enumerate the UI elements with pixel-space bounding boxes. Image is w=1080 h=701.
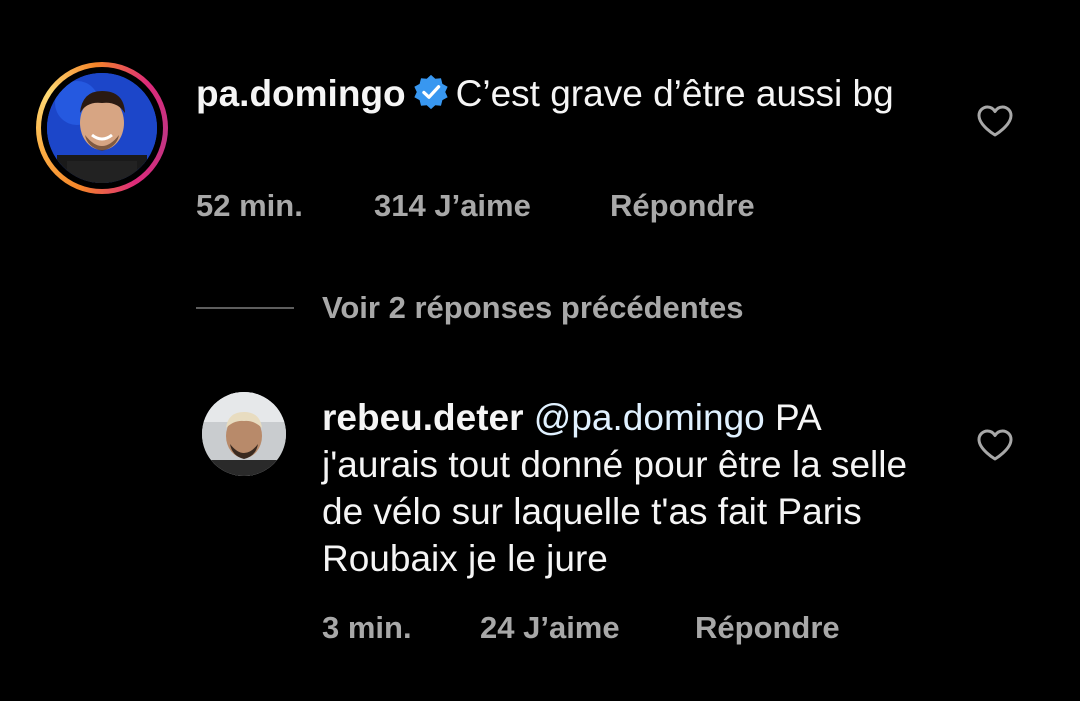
comment-body: rebeu.deter @pa.domingo PA j'aurais tout… — [322, 394, 942, 582]
reply-button[interactable]: Répondre — [610, 188, 755, 224]
like-count[interactable]: 24 J’aime — [480, 610, 695, 646]
heart-outline-icon[interactable] — [976, 104, 1014, 138]
view-previous-replies-button[interactable]: Voir 2 réponses précédentes — [196, 290, 744, 326]
avatar[interactable] — [202, 392, 286, 476]
comment-meta: 52 min. 314 J’aime Répondre — [196, 188, 755, 224]
username[interactable]: rebeu.deter — [322, 397, 524, 438]
reply-button[interactable]: Répondre — [695, 610, 840, 646]
divider — [196, 307, 294, 309]
heart-outline-icon[interactable] — [976, 428, 1014, 462]
avatar-photo-icon — [202, 392, 286, 476]
verified-badge-icon — [414, 74, 448, 110]
view-replies-label: Voir 2 réponses précédentes — [322, 290, 744, 325]
avatar-photo-icon — [47, 73, 157, 183]
comment-meta: 3 min. 24 J’aime Répondre — [322, 610, 840, 646]
username[interactable]: pa.domingo — [196, 73, 406, 114]
comment-body: pa.domingo C’est grave d’être aussi bg — [196, 70, 936, 117]
comment-time: 52 min. — [196, 188, 303, 223]
comment-time: 3 min. — [322, 610, 412, 645]
avatar[interactable] — [47, 73, 157, 183]
mention-link[interactable]: @pa.domingo — [534, 397, 765, 438]
like-count[interactable]: 314 J’aime — [374, 188, 610, 224]
comment-message: C’est grave d’être aussi bg — [455, 73, 894, 114]
story-ring[interactable] — [36, 62, 168, 194]
